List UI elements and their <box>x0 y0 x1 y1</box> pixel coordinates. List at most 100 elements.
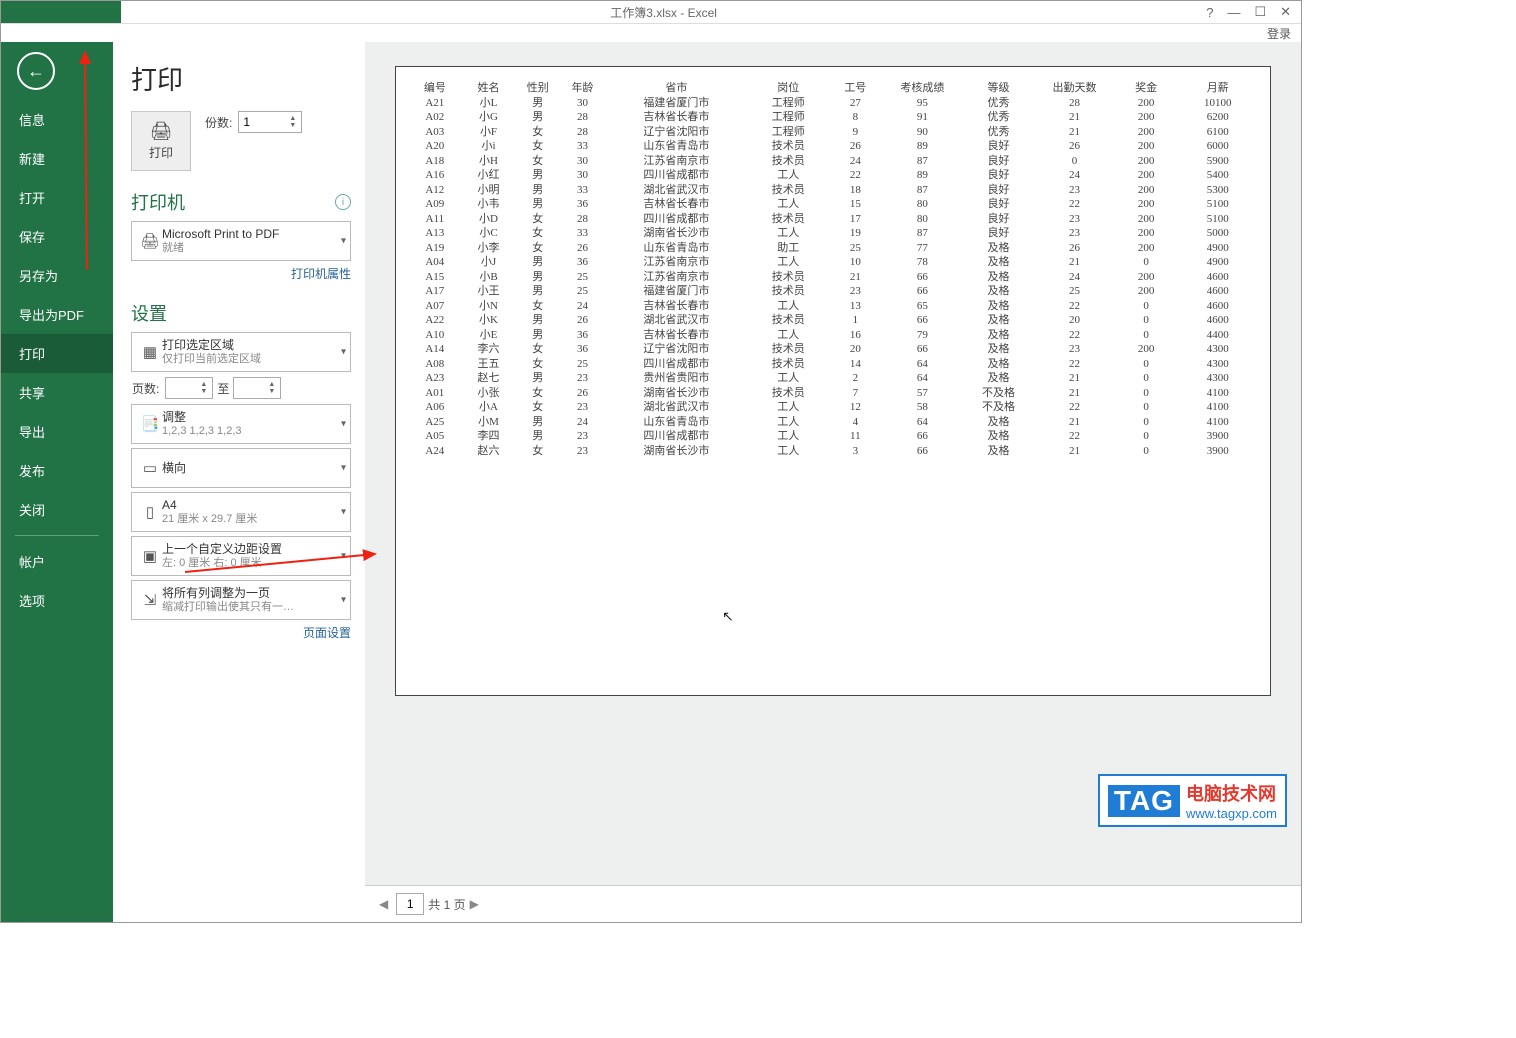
print-button[interactable]: 🖨 打印 <box>131 111 191 171</box>
table-row: A17小王男25福建省厦门市技术员2366及格252004600 <box>408 284 1258 299</box>
margins-selector[interactable]: ▣ 上一个自定义边距设置 左: 0 厘米 右: 0 厘米 ▾ <box>131 536 351 576</box>
printer-section-title: 打印机 <box>131 189 185 215</box>
titlebar-green-stub <box>1 1 121 23</box>
orientation-selector[interactable]: ▭ 横向 ▾ <box>131 448 351 488</box>
printer-info-icon[interactable]: i <box>335 194 351 210</box>
pages-to-label: 至 <box>217 380 229 397</box>
table-row: A25小M男24山东省青岛市工人464及格2104100 <box>408 415 1258 430</box>
watermark-tag: TAG <box>1108 785 1180 817</box>
table-row: A06小A女23湖北省武汉市工人1258不及格2204100 <box>408 400 1258 415</box>
collate-selector[interactable]: 📑 调整 1,2,3 1,2,3 1,2,3 ▾ <box>131 404 351 444</box>
copies-spinner[interactable]: ▲▼ <box>289 112 301 132</box>
minimize-button[interactable]: — <box>1227 5 1240 20</box>
table-row: A16小红男30四川省成都市工人2289良好242005400 <box>408 168 1258 183</box>
sidebar-item-6[interactable]: 打印 <box>1 334 113 373</box>
sidebar-item-3[interactable]: 保存 <box>1 217 113 256</box>
close-button[interactable]: ✕ <box>1280 4 1291 20</box>
table-header: 姓名 <box>462 81 516 96</box>
pages-label: 页数: <box>132 380 159 397</box>
table-header: 等级 <box>963 81 1035 96</box>
table-row: A07小N女24吉林省长春市工人1365及格2204600 <box>408 299 1258 314</box>
table-row: A04小J男36江苏省南京市工人1078及格2104900 <box>408 255 1258 270</box>
printer-properties-link[interactable]: 打印机属性 <box>291 267 351 281</box>
table-row: A14李六女36辽宁省沈阳市技术员2066及格232004300 <box>408 342 1258 357</box>
scaling-sub: 缩减打印输出使其只有一… <box>162 600 332 614</box>
sidebar-item-4[interactable]: 另存为 <box>1 256 113 295</box>
printer-selector[interactable]: 🖨 Microsoft Print to PDF 就绪 ▾ <box>131 221 351 261</box>
table-header: 岗位 <box>748 81 829 96</box>
table-row: A18小H女30江苏省南京市技术员2487良好02005900 <box>408 154 1258 169</box>
table-header: 出勤天数 <box>1034 81 1115 96</box>
table-row: A13小C女33湖南省长沙市工人1987良好232005000 <box>408 226 1258 241</box>
sidebar-bottom-item-1[interactable]: 选项 <box>1 581 113 620</box>
sidebar-item-7[interactable]: 共享 <box>1 373 113 412</box>
table-row: A01小张女26湖南省长沙市技术员757不及格2104100 <box>408 386 1258 401</box>
sidebar-item-5[interactable]: 导出为PDF <box>1 295 113 334</box>
chevron-down-icon: ▾ <box>341 463 346 474</box>
preview-page: 编号姓名性别年龄省市岗位工号考核成绩等级出勤天数奖金月薪A21小L男30福建省厦… <box>395 66 1271 696</box>
paper-sub: 21 厘米 x 29.7 厘米 <box>162 512 332 526</box>
sidebar-item-8[interactable]: 导出 <box>1 412 113 451</box>
login-row: 登录 <box>1 24 1301 42</box>
table-row: A22小K男26湖北省武汉市技术员166及格2004600 <box>408 313 1258 328</box>
table-row: A24赵六女23湖南省长沙市工人366及格2103900 <box>408 444 1258 459</box>
page-total-label: 共 1 页 <box>428 896 465 913</box>
maximize-button[interactable]: ☐ <box>1254 4 1266 20</box>
table-row: A21小L男30福建省厦门市工程师2795优秀2820010100 <box>408 96 1258 111</box>
printer-status: 就绪 <box>162 241 332 255</box>
page-title: 打印 <box>131 60 351 97</box>
print-area-selector[interactable]: ▦ 打印选定区域 仅打印当前选定区域 ▾ <box>131 332 351 372</box>
table-header: 省市 <box>605 81 748 96</box>
sidebar-item-2[interactable]: 打开 <box>1 178 113 217</box>
sidebar-item-10[interactable]: 关闭 <box>1 490 113 529</box>
collate-main: 调整 <box>162 410 332 424</box>
table-row: A23赵七男23贵州省贵阳市工人264及格2104300 <box>408 371 1258 386</box>
chevron-down-icon: ▾ <box>341 551 346 562</box>
table-header: 年龄 <box>560 81 605 96</box>
page-range-row: 页数: ▲▼ 至 ▲▼ <box>131 376 351 400</box>
table-row: A05李四男23四川省成都市工人1166及格2203900 <box>408 429 1258 444</box>
paper-main: A4 <box>162 498 332 512</box>
table-row: A15小B男25江苏省南京市技术员2166及格242004600 <box>408 270 1258 285</box>
sidebar-item-9[interactable]: 发布 <box>1 451 113 490</box>
table-row: A02小G男28吉林省长春市工程师891优秀212006200 <box>408 110 1258 125</box>
settings-section-title: 设置 <box>131 300 167 326</box>
table-row: A03小F女28辽宁省沈阳市工程师990优秀212006100 <box>408 125 1258 140</box>
collate-sub: 1,2,3 1,2,3 1,2,3 <box>162 424 332 438</box>
scaling-selector[interactable]: ⇲ 将所有列调整为一页 缩减打印输出使其只有一… ▾ <box>131 580 351 620</box>
scaling-main: 将所有列调整为一页 <box>162 586 332 600</box>
scaling-icon: ⇲ <box>138 591 162 609</box>
prev-page-button[interactable]: ◀ <box>375 897 392 911</box>
window-title: 工作簿3.xlsx - Excel <box>121 4 1206 21</box>
print-settings-panel: 打印 🖨 打印 份数: ▲▼ 打印机 <box>113 42 365 922</box>
table-row: A11小D女28四川省成都市技术员1780良好232005100 <box>408 212 1258 227</box>
printer-icon: 🖨 <box>150 121 173 142</box>
preview-nav-bar: ◀ 共 1 页 ▶ <box>365 885 1301 922</box>
table-row: A09小韦男36吉林省长春市工人1580良好222005100 <box>408 197 1258 212</box>
page-setup-link[interactable]: 页面设置 <box>303 626 351 640</box>
help-button[interactable]: ? <box>1206 5 1213 20</box>
table-row: A20小i女33山东省青岛市技术员2689良好262006000 <box>408 139 1258 154</box>
page-number-input[interactable] <box>396 893 424 915</box>
print-button-label: 打印 <box>149 144 173 161</box>
back-button[interactable]: ← <box>17 52 55 90</box>
sidebar-bottom-item-0[interactable]: 帐户 <box>1 542 113 581</box>
sidebar-item-1[interactable]: 新建 <box>1 139 113 178</box>
print-area-sub: 仅打印当前选定区域 <box>162 352 332 366</box>
margins-icon: ▣ <box>138 547 162 565</box>
cursor-icon: ↖ <box>722 609 734 626</box>
paper-size-selector[interactable]: ▯ A4 21 厘米 x 29.7 厘米 ▾ <box>131 492 351 532</box>
next-page-button[interactable]: ▶ <box>466 897 483 911</box>
login-link[interactable]: 登录 <box>1267 25 1291 42</box>
table-header: 工号 <box>828 81 882 96</box>
table-header: 奖金 <box>1115 81 1178 96</box>
margins-sub: 左: 0 厘米 右: 0 厘米 <box>162 556 332 570</box>
back-arrow-icon: ← <box>27 61 45 82</box>
chevron-down-icon: ▾ <box>341 419 346 430</box>
watermark-line2: www.tagxp.com <box>1186 806 1277 821</box>
app-window: 工作簿3.xlsx - Excel ? — ☐ ✕ 登录 ← 信息新建打开保存另… <box>0 0 1302 923</box>
table-header: 月薪 <box>1177 81 1258 96</box>
page-icon: ▯ <box>138 503 162 521</box>
watermark-badge: TAG 电脑技术网 www.tagxp.com <box>1098 774 1287 827</box>
sidebar-item-0[interactable]: 信息 <box>1 100 113 139</box>
